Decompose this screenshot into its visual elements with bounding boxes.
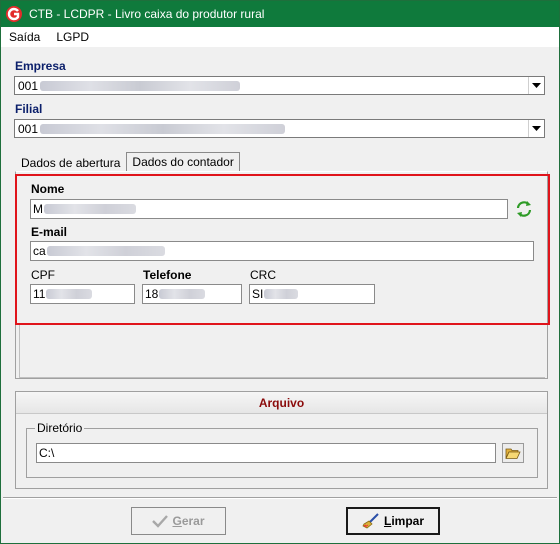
limpar-button[interactable]: Limpar <box>346 507 440 535</box>
menu-saida[interactable]: Saída <box>1 30 48 44</box>
cpf-value: 11 <box>33 287 46 301</box>
telefone-label: Telefone <box>143 268 192 282</box>
cpf-redacted <box>46 289 93 299</box>
cpf-input[interactable]: 11 <box>30 284 135 304</box>
filial-label: Filial <box>15 102 43 116</box>
tab-strip: Dados de abertura Dados do contador <box>15 152 240 173</box>
gerar-mnemonic: G <box>172 514 182 528</box>
footer-separator <box>3 497 557 499</box>
nome-label: Nome <box>31 182 65 196</box>
email-redacted <box>46 246 165 256</box>
gerar-label: erar <box>181 514 205 528</box>
filial-redacted <box>40 124 286 135</box>
crc-input[interactable]: SI <box>249 284 375 304</box>
diretorio-input[interactable]: C:\ <box>36 443 496 463</box>
filial-value: 001 <box>18 121 39 136</box>
diretorio-label: Diretório <box>35 421 85 435</box>
crc-redacted <box>264 289 299 299</box>
menu-bar: Saída LGPD <box>1 27 559 47</box>
crc-label: CRC <box>250 268 276 282</box>
nome-redacted <box>44 204 136 214</box>
empresa-value: 001 <box>18 78 39 93</box>
tab-dados-contador[interactable]: Dados do contador <box>126 152 240 172</box>
folder-open-icon <box>505 448 521 459</box>
tab-panel-inner <box>19 324 545 378</box>
diretorio-value: C:\ <box>39 446 55 460</box>
limpar-label: impar <box>391 514 425 528</box>
checkmark-icon <box>152 515 169 528</box>
email-label: E-mail <box>31 225 68 239</box>
main-window: CTB - LCDPR - Livro caixa do produtor ru… <box>0 0 560 544</box>
arquivo-header: Arquivo <box>16 392 547 414</box>
arquivo-group: Arquivo Diretório <box>15 391 548 489</box>
telefone-redacted <box>159 289 206 299</box>
app-logo-icon <box>6 6 22 22</box>
empresa-select[interactable]: 001 <box>14 76 545 95</box>
filial-select[interactable]: 001 <box>14 119 545 138</box>
title-bar: CTB - LCDPR - Livro caixa do produtor ru… <box>1 1 559 27</box>
crc-value: SI <box>252 287 264 301</box>
email-input[interactable]: ca <box>30 241 534 261</box>
telefone-value: 18 <box>145 287 159 301</box>
menu-lgpd[interactable]: LGPD <box>48 30 97 44</box>
refresh-icon[interactable] <box>515 200 533 218</box>
dropdown-arrow-icon[interactable] <box>528 77 544 94</box>
email-value: ca <box>33 244 46 258</box>
window-title: CTB - LCDPR - Livro caixa do produtor ru… <box>29 7 265 21</box>
browse-folder-button[interactable] <box>502 443 524 463</box>
nome-value: M <box>33 202 43 216</box>
telefone-input[interactable]: 18 <box>142 284 242 304</box>
nome-input[interactable]: M <box>30 199 508 219</box>
broom-icon <box>362 513 379 529</box>
tab-dados-abertura[interactable]: Dados de abertura <box>15 153 126 173</box>
cpf-label: CPF <box>31 268 55 282</box>
dropdown-arrow-icon[interactable] <box>528 120 544 137</box>
empresa-redacted <box>40 81 241 92</box>
gerar-button[interactable]: Gerar <box>131 507 226 535</box>
empresa-label: Empresa <box>15 59 66 73</box>
